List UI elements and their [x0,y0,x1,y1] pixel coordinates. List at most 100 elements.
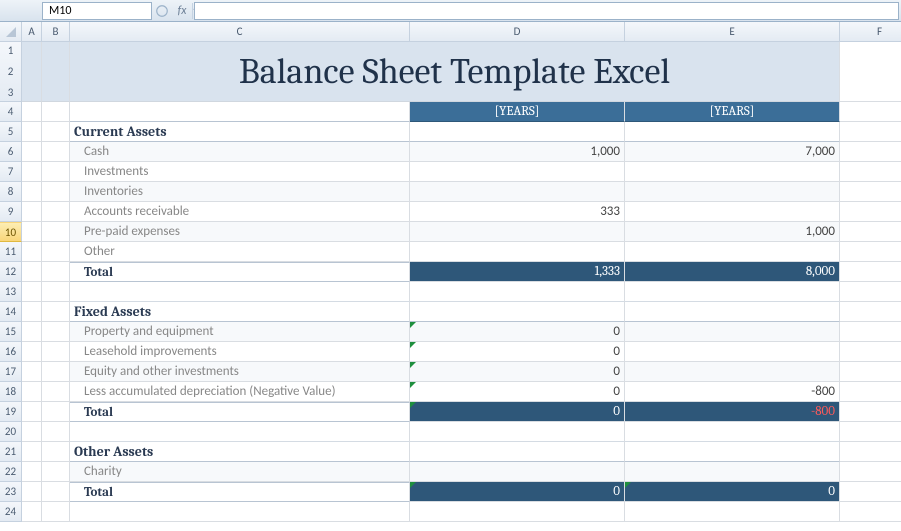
row-label[interactable]: Inventories [70,182,410,202]
select-all-corner[interactable] [0,22,22,42]
cell[interactable] [42,342,70,362]
cell-value[interactable]: 0 [410,322,625,342]
cell[interactable] [22,362,42,382]
cell[interactable] [22,102,42,122]
cell[interactable] [42,322,70,342]
row-hdr[interactable]: 13 [0,282,22,302]
row-hdr[interactable]: 9 [0,202,22,222]
cell[interactable] [42,282,70,302]
row-hdr[interactable]: 15 [0,322,22,342]
row-label[interactable]: Charity [70,462,410,482]
cell[interactable] [42,202,70,222]
cell[interactable] [840,482,901,502]
cell[interactable] [22,482,42,502]
cell[interactable] [70,102,410,122]
row-hdr[interactable]: 18 [0,382,22,402]
cell[interactable] [840,282,901,302]
cell-value[interactable] [410,242,625,262]
cell[interactable] [625,422,840,442]
row-label[interactable]: Leasehold improvements [70,342,410,362]
cell[interactable] [410,282,625,302]
cell[interactable] [42,362,70,382]
cell[interactable] [840,462,901,482]
fx-cancel-button[interactable] [152,2,172,20]
cell[interactable] [840,342,901,362]
cell[interactable] [22,182,42,202]
row-hdr[interactable]: 12 [0,262,22,282]
cell[interactable] [840,402,901,422]
col-hdr-d[interactable]: D [410,22,625,42]
row-label[interactable]: Equity and other investments [70,362,410,382]
formula-input[interactable] [195,3,898,19]
cell[interactable] [840,442,901,462]
cell-value[interactable] [625,202,840,222]
row-label[interactable]: Investments [70,162,410,182]
cell-value[interactable]: -800 [625,382,840,402]
row-hdr[interactable]: 24 [0,502,22,522]
row-hdr[interactable]: 17 [0,362,22,382]
row-hdr-selected[interactable]: 10 [0,222,22,242]
row-label[interactable]: Pre-paid expenses [70,222,410,242]
section-current-assets[interactable]: Current Assets [70,122,410,142]
cell[interactable] [42,482,70,502]
cell[interactable] [625,442,840,462]
cell[interactable] [22,122,42,142]
cell[interactable] [22,242,42,262]
cell[interactable] [410,302,625,322]
cell[interactable] [410,422,625,442]
cell[interactable] [22,402,42,422]
cell-value[interactable] [625,462,840,482]
total-value-d[interactable]: 0 [410,402,625,422]
cell[interactable] [22,502,42,522]
total-value-d[interactable]: 1,333 [410,262,625,282]
cell-value[interactable] [625,162,840,182]
cell-value[interactable]: 333 [410,202,625,222]
cell[interactable] [70,422,410,442]
cell[interactable] [42,402,70,422]
row-hdr[interactable]: 6 [0,142,22,162]
cell-value[interactable] [625,362,840,382]
cell[interactable] [22,462,42,482]
cell[interactable] [840,182,901,202]
cell[interactable] [840,362,901,382]
total-value-e[interactable]: 0 [625,482,840,502]
cell[interactable] [840,382,901,402]
row-hdr[interactable]: 8 [0,182,22,202]
section-other-assets[interactable]: Other Assets [70,442,410,462]
cell-value[interactable] [625,322,840,342]
cell[interactable] [42,502,70,522]
cell[interactable] [22,302,42,322]
cell[interactable] [42,142,70,162]
cell-value[interactable]: 0 [410,362,625,382]
cell[interactable] [22,442,42,462]
cell[interactable] [42,422,70,442]
years-header-e[interactable]: [YEARS] [625,102,840,122]
cell[interactable] [22,322,42,342]
cell[interactable] [70,282,410,302]
cell-value[interactable] [410,182,625,202]
row-label[interactable]: Other [70,242,410,262]
cell[interactable] [22,202,42,222]
cell[interactable] [410,442,625,462]
row-label[interactable]: Less accumulated depreciation (Negative … [70,382,410,402]
cell[interactable] [410,122,625,142]
row-hdr[interactable]: 14 [0,302,22,322]
cell-value[interactable]: 1,000 [625,222,840,242]
cell[interactable] [840,202,901,222]
row-label[interactable]: Property and equipment [70,322,410,342]
cell[interactable] [625,302,840,322]
col-hdr-c[interactable]: C [70,22,410,42]
cell[interactable] [22,382,42,402]
total-label[interactable]: Total [70,482,410,502]
cell[interactable] [42,462,70,482]
col-hdr-f[interactable]: F [840,22,901,42]
cell-value[interactable] [625,182,840,202]
cell[interactable] [410,502,625,522]
cell[interactable] [42,162,70,182]
cell[interactable] [22,162,42,182]
cell[interactable] [42,122,70,142]
row-label[interactable]: Cash [70,142,410,162]
total-value-e[interactable]: -800 [625,402,840,422]
cell[interactable] [42,262,70,282]
cell[interactable] [625,122,840,142]
